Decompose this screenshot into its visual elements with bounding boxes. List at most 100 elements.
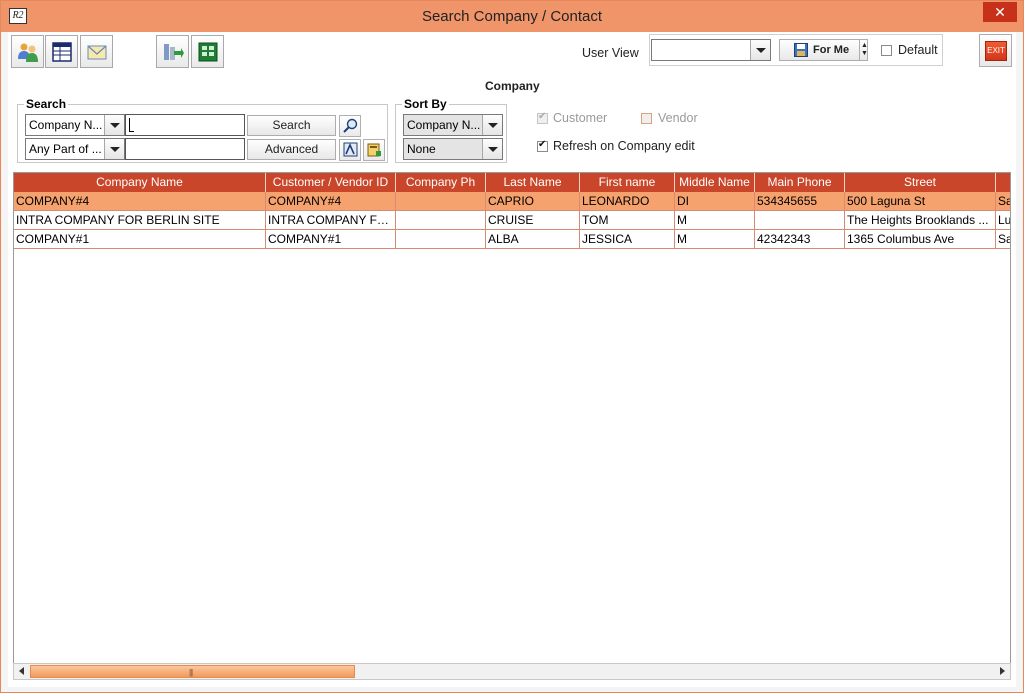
for-me-button[interactable]: For Me — [779, 39, 860, 61]
exit-button[interactable]: EXIT — [979, 34, 1012, 67]
chevron-down-icon — [104, 139, 124, 159]
table-row[interactable]: INTRA COMPANY FOR BERLIN SITE INTRA COMPA… — [14, 211, 1010, 230]
chevron-down-icon — [482, 115, 502, 135]
user-view-select[interactable] — [651, 39, 771, 61]
sort-primary-select[interactable]: Company N... — [403, 114, 503, 136]
match-type-select[interactable]: Any Part of ... — [25, 138, 125, 160]
table-cell-middle-name: DI — [675, 192, 755, 210]
secondary-search-input[interactable] — [125, 138, 245, 160]
section-title: Company — [485, 79, 540, 93]
sort-primary-value: Company N... — [407, 118, 481, 132]
search-legend: Search — [24, 97, 69, 111]
save-icon — [794, 43, 808, 64]
match-type-value: Any Part of ... — [29, 142, 102, 156]
window-title: Search Company / Contact — [421, 8, 603, 25]
user-view-label: User View — [582, 46, 639, 60]
table-cell-company-ph — [396, 192, 486, 210]
spreadsheet-button[interactable] — [191, 35, 224, 68]
horizontal-scrollbar[interactable]: ||| — [13, 663, 1011, 680]
refresh-label: Refresh on Company edit — [553, 139, 695, 153]
quick-search-button[interactable] — [339, 115, 361, 137]
table-cell-extra: Sa — [996, 192, 1010, 210]
column-header-company-name[interactable]: Company Name — [14, 173, 266, 192]
table-row[interactable]: COMPANY#4 COMPANY#4 CAPRIO LEONARDO DI 534345… — [14, 192, 1010, 211]
export-button[interactable] — [156, 35, 189, 68]
table-cell-main-phone: 42342343 — [755, 230, 845, 248]
sort-legend: Sort By — [402, 97, 449, 111]
scroll-thumb[interactable]: ||| — [30, 665, 355, 678]
column-header-street[interactable]: Street — [845, 173, 996, 192]
table-cell-last-name: CAPRIO — [486, 192, 580, 210]
table-cell-first-name: JESSICA — [580, 230, 675, 248]
search-button[interactable]: Search — [247, 115, 336, 136]
table-cell-extra: Lu — [996, 211, 1010, 229]
table-cell-first-name: TOM — [580, 211, 675, 229]
title-bar[interactable]: R2 Search Company / Contact ✕ — [1, 1, 1023, 32]
vendor-checkbox[interactable] — [641, 113, 652, 124]
table-cell-middle-name: M — [675, 211, 755, 229]
text-cursor — [129, 118, 130, 132]
table-cell-customer-vendor-id: COMPANY#4 — [266, 192, 396, 210]
table-row[interactable]: COMPANY#1 COMPANY#1 ALBA JESSICA M 42342343 13… — [14, 230, 1010, 249]
column-header-company-ph[interactable]: Company Ph — [396, 173, 486, 192]
scroll-left-icon[interactable] — [14, 664, 30, 679]
app-window: R2 Search Company / Contact ✕ User View … — [0, 0, 1024, 693]
table-cell-company-name: INTRA COMPANY FOR BERLIN SITE — [14, 211, 266, 229]
pick-button[interactable] — [339, 139, 361, 161]
pick-icon — [343, 142, 358, 160]
table-cell-last-name: CRUISE — [486, 211, 580, 229]
column-header-first-name[interactable]: First name — [580, 173, 675, 192]
email-button[interactable] — [80, 35, 113, 68]
for-me-dropdown[interactable]: ▲ ▼ — [859, 39, 868, 61]
search-field-select[interactable]: Company N... — [25, 114, 125, 136]
vendor-label: Vendor — [658, 111, 698, 125]
column-header-extra[interactable] — [996, 173, 1010, 192]
table-cell-company-ph — [396, 211, 486, 229]
scroll-right-icon[interactable] — [994, 664, 1010, 679]
refresh-checkbox[interactable] — [537, 139, 548, 152]
search-field-value: Company N... — [29, 118, 103, 132]
exit-icon: EXIT — [985, 41, 1007, 61]
table-cell-middle-name: M — [675, 230, 755, 248]
table-cell-street: The Heights Brooklands ... — [845, 211, 996, 229]
chevron-down-icon — [104, 115, 124, 135]
default-checkbox[interactable] — [881, 45, 892, 56]
customer-checkbox[interactable] — [537, 111, 548, 124]
table-cell-extra: Sa — [996, 230, 1010, 248]
text-cursor-underline — [129, 131, 134, 132]
default-label: Default — [898, 43, 938, 57]
table-cell-last-name: ALBA — [486, 230, 580, 248]
table-cell-main-phone — [755, 211, 845, 229]
for-me-label: For Me — [813, 44, 850, 56]
company-list-button[interactable] — [45, 35, 78, 68]
magnifier-icon — [343, 118, 358, 136]
table-cell-street: 500 Laguna St — [845, 192, 996, 210]
chevron-down-icon — [750, 40, 770, 60]
table-cell-company-ph — [396, 230, 486, 248]
column-header-customer-vendor-id[interactable]: Customer / Vendor ID — [266, 173, 396, 192]
results-table: Company Name Customer / Vendor ID Company … — [13, 172, 1011, 664]
column-header-middle-name[interactable]: Middle Name — [675, 173, 755, 192]
table-cell-main-phone: 534345655 — [755, 192, 845, 210]
address-book-icon — [367, 142, 382, 160]
sort-secondary-value: None — [407, 142, 436, 156]
table-cell-customer-vendor-id: INTRA COMPANY FO... — [268, 211, 396, 229]
table-cell-company-name: COMPANY#4 — [14, 192, 266, 210]
column-header-last-name[interactable]: Last Name — [486, 173, 580, 192]
table-cell-first-name: LEONARDO — [580, 192, 675, 210]
address-book-button[interactable] — [363, 139, 385, 161]
close-window-button[interactable]: ✕ — [983, 2, 1017, 22]
chevron-down-icon — [482, 139, 502, 159]
dropdown-arrows-icon: ▲ ▼ — [861, 42, 868, 57]
column-header-main-phone[interactable]: Main Phone — [755, 173, 845, 192]
sort-secondary-select[interactable]: None — [403, 138, 503, 160]
table-cell-street: 1365 Columbus Ave — [845, 230, 996, 248]
table-header: Company Name Customer / Vendor ID Company … — [14, 173, 1010, 192]
customer-label: Customer — [553, 111, 608, 125]
search-input[interactable] — [125, 114, 245, 136]
advanced-button[interactable]: Advanced — [247, 139, 336, 160]
table-cell-customer-vendor-id: COMPANY#1 — [266, 230, 396, 248]
main-panel: User View For Me ▲ ▼ Default EXIT Company — [8, 32, 1016, 687]
contacts-button[interactable] — [11, 35, 44, 68]
table-cell-company-name: COMPANY#1 — [14, 230, 266, 248]
